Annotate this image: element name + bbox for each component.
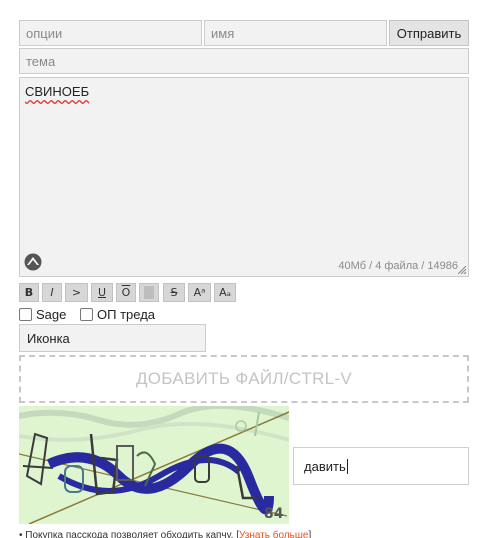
spoiler-button[interactable] — [139, 283, 159, 302]
superscript-icon: Aᵃ — [193, 286, 206, 299]
message-text: СВИНОЕБ — [25, 84, 90, 99]
message-textarea[interactable]: СВИНОЕБ 40Мб / 4 файла / 14986 — [19, 77, 469, 277]
passcode-note-text: • Покупка пасскода позволяет обходить ка… — [19, 530, 239, 538]
subject-input[interactable]: тема — [19, 48, 469, 74]
italic-button[interactable]: I — [42, 283, 62, 302]
superscript-button[interactable]: Aᵃ — [188, 283, 211, 302]
text-caret — [346, 458, 348, 474]
resize-handle-icon[interactable] — [455, 263, 467, 275]
icon-select[interactable]: Иконка — [19, 324, 206, 352]
sage-label: Sage — [36, 307, 67, 322]
passcode-note-end: ] — [308, 530, 312, 538]
limits-text: 40Мб / 4 файла / 14986 — [338, 260, 458, 272]
passcode-note: • Покупка пасскода позволяет обходить ка… — [19, 530, 311, 538]
captcha-image: 84 — [19, 406, 289, 524]
icon-select-value: Иконка — [27, 330, 70, 346]
captcha-number: 84 — [264, 506, 284, 522]
strike-icon: S — [170, 286, 178, 299]
op-checkbox[interactable] — [80, 308, 93, 321]
subscript-icon: Aₐ — [219, 286, 231, 299]
quote-button[interactable]: > — [65, 283, 88, 302]
sage-checkbox[interactable] — [19, 308, 32, 321]
captcha-input-value: давить — [304, 458, 346, 474]
learn-more-link[interactable]: Узнать больше — [239, 530, 309, 538]
add-file-dropzone[interactable]: ДОБАВИТЬ ФАЙЛ/CTRL-V — [19, 355, 469, 403]
subscript-button[interactable]: Aₐ — [214, 283, 236, 302]
op-checkbox-row[interactable]: ОП треда — [80, 307, 155, 322]
overline-icon: O — [121, 286, 131, 299]
spoiler-icon — [144, 286, 154, 299]
underline-icon: U — [97, 286, 107, 299]
bold-icon: B — [24, 286, 34, 299]
dropzone-label: ДОБАВИТЬ ФАЙЛ/CTRL-V — [135, 369, 353, 388]
italic-icon: I — [50, 286, 54, 299]
name-input[interactable]: имя — [204, 20, 387, 46]
underline-button[interactable]: U — [91, 283, 113, 302]
op-label: ОП треда — [97, 307, 156, 322]
quote-icon: > — [71, 286, 82, 299]
captcha-input[interactable]: давить — [293, 447, 469, 485]
overline-button[interactable]: O — [116, 283, 136, 302]
bold-button[interactable]: B — [19, 283, 39, 302]
sage-triangle-icon[interactable] — [24, 253, 42, 271]
strike-button[interactable]: S — [163, 283, 185, 302]
sage-checkbox-row[interactable]: Sage — [19, 307, 66, 322]
send-button[interactable]: Отправить — [389, 20, 469, 46]
options-input[interactable]: опции — [19, 20, 202, 46]
